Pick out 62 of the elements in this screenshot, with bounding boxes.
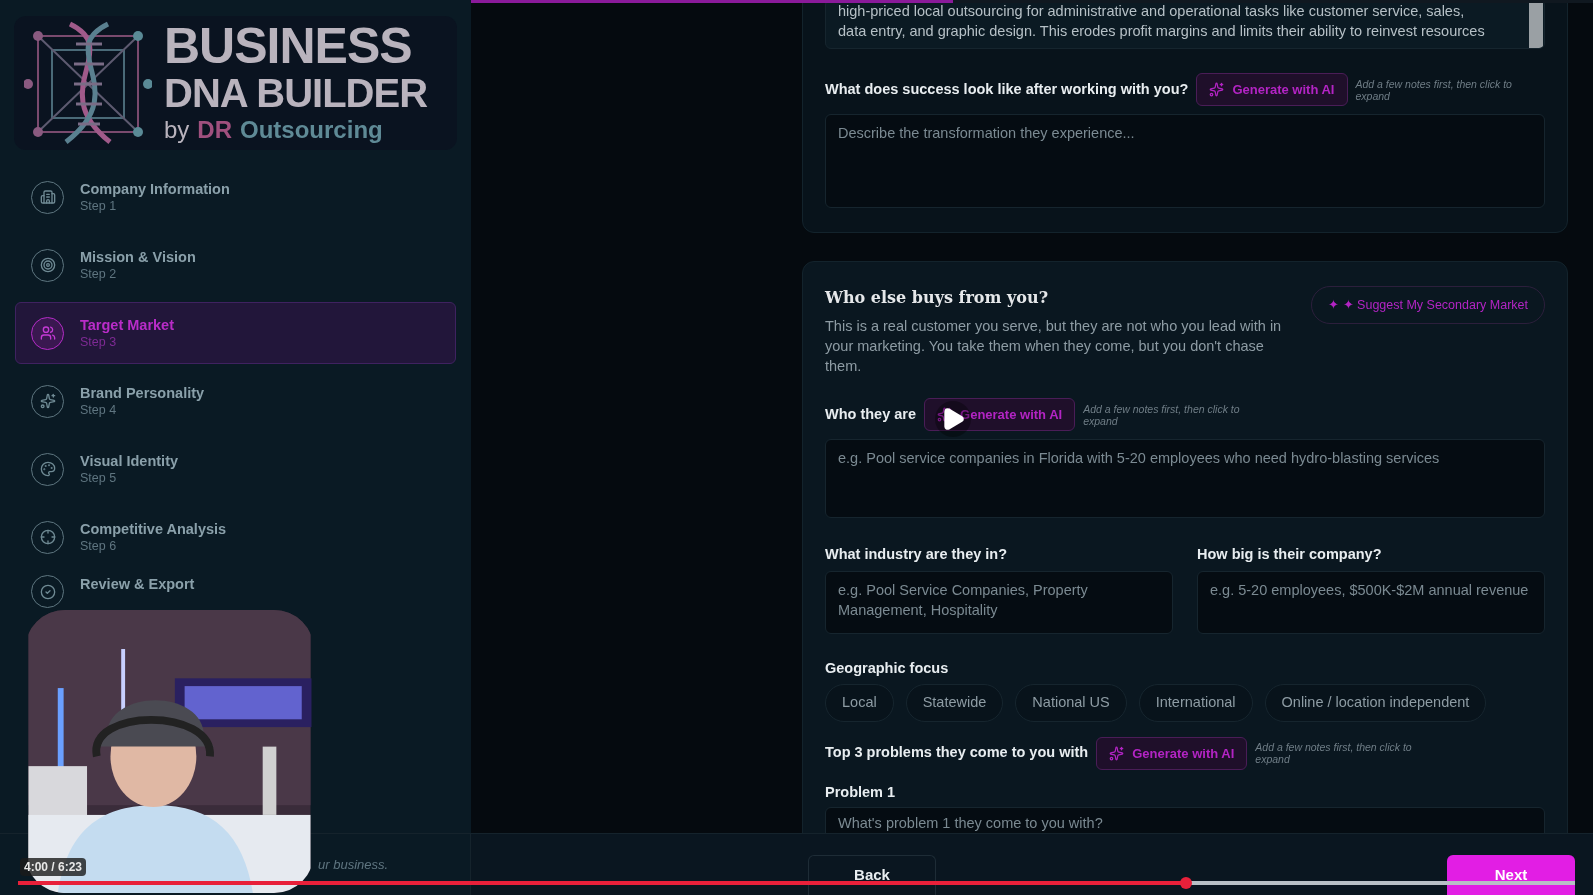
- step-title: Brand Personality: [80, 384, 205, 402]
- step-number: Step 6: [80, 538, 118, 554]
- sidebar-footer-text: ur business.: [318, 855, 389, 874]
- step-item[interactable]: Visual Identity Step 5: [15, 438, 456, 500]
- step-number: Step 1: [80, 198, 118, 214]
- geo-option-chip[interactable]: Online / location independent: [1264, 683, 1487, 722]
- geo-option-chip[interactable]: Statewide: [905, 683, 1004, 722]
- back-button[interactable]: Back: [808, 855, 936, 895]
- scrollbar[interactable]: [1529, 0, 1543, 48]
- field-label: What industry are they in?: [825, 545, 1009, 564]
- step-title: Company Information: [80, 180, 230, 198]
- step-title: Visual Identity: [80, 452, 179, 470]
- generate-ai-button[interactable]: Generate with AI: [924, 398, 1076, 431]
- field-label: Who they are: [825, 404, 917, 424]
- generate-ai-button[interactable]: Generate with AI: [1096, 736, 1248, 770]
- text-area[interactable]: What's problem 1 they come to you with?: [825, 806, 1545, 833]
- text-area[interactable]: Describe the transformation they experience...: [825, 114, 1545, 208]
- field-label: Problem 1: [825, 783, 896, 800]
- step-icon: [31, 316, 64, 350]
- step-item[interactable]: Competitive Analysis Step 6: [15, 506, 456, 568]
- step-item[interactable]: Company Information Step 1: [15, 166, 456, 228]
- step-number: Step 3: [80, 334, 118, 350]
- step-number: Step 5: [80, 470, 118, 486]
- field-label: Top 3 problems they come to you with: [825, 743, 1089, 763]
- hint-text: Add a few notes first, then click to expand: [1083, 402, 1241, 427]
- field-label: How big is their company?: [1197, 545, 1383, 564]
- field-label: What does success look like after working with you?: [825, 79, 1189, 99]
- section-title: Who else buys from you?: [825, 287, 1049, 309]
- generate-ai-button[interactable]: Generate with AI: [1196, 73, 1348, 106]
- text-area[interactable]: e.g. Pool Service Companies, Property Management, Hospitality: [825, 570, 1173, 634]
- step-item[interactable]: Mission & Vision Step 2: [15, 234, 456, 296]
- step-item[interactable]: Review & Export: [15, 574, 456, 609]
- text-area[interactable]: e.g. Pool service companies in Florida with 5-20 employees who need hydro-blasting services: [825, 439, 1545, 518]
- logo-title: DNA BUILDER: [164, 71, 428, 115]
- sparkles-icon: [1209, 82, 1225, 97]
- step-item[interactable]: Target Market Step 3: [15, 302, 456, 364]
- geo-option-chip[interactable]: Local: [825, 683, 894, 722]
- text-line: data entry, and graphic design. This erodes profit margins and limits their ability to reinvest resources: [838, 22, 1486, 41]
- step-item[interactable]: Brand Personality Step 4: [15, 370, 456, 432]
- logo-brand: Outsourcing: [240, 115, 383, 145]
- geo-option-chip[interactable]: International: [1138, 683, 1253, 722]
- step-number: Step 4: [80, 402, 118, 418]
- logo-brand: DR: [197, 115, 233, 145]
- step-title: Review & Export: [80, 575, 195, 593]
- hint-text: Add a few notes first, then click to expand: [1355, 77, 1513, 102]
- logo-byline: by: [164, 115, 190, 145]
- field-label: Geographic focus: [825, 659, 949, 676]
- geo-option-chip[interactable]: National US: [1015, 683, 1127, 722]
- logo-title: BUSINESS: [164, 21, 413, 71]
- step-number: Step 2: [80, 266, 118, 282]
- dna-logo-icon: [24, 20, 152, 146]
- step-title: Mission & Vision: [80, 248, 196, 266]
- section-description: This is a real customer you serve, but they are not who you lead with in your marketing. You take them when they come, but you don't chase them.: [825, 317, 1283, 376]
- step-title: Competitive Analysis: [80, 520, 227, 538]
- next-button[interactable]: Next: [1447, 855, 1575, 895]
- step-title: Target Market: [80, 316, 174, 334]
- sparkles-icon: [1109, 745, 1125, 761]
- text-line: high-priced local outsourcing for administrative and operational tasks like customer service, sales,: [838, 2, 1466, 21]
- text-area[interactable]: e.g. 5-20 employees, $500K-$2M annual revenue: [1197, 570, 1545, 634]
- text-area[interactable]: [825, 0, 1545, 49]
- hint-text: Add a few notes first, then click to expand: [1255, 741, 1413, 766]
- video-time: 4:00 / 6:23: [20, 858, 87, 876]
